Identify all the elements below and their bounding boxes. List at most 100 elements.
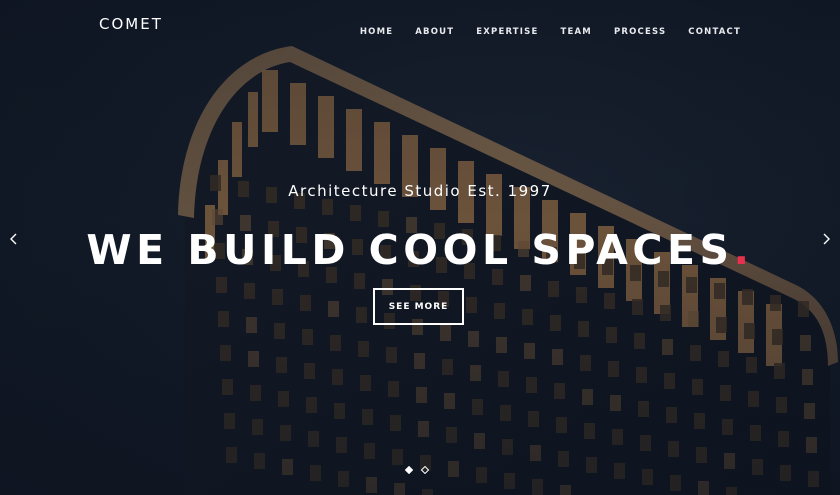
building-window <box>346 109 362 171</box>
building-window <box>328 301 339 317</box>
building-window <box>310 465 321 481</box>
building-window <box>524 343 535 359</box>
menu-item: EXPERTISE <box>476 19 538 38</box>
building-window <box>332 369 343 385</box>
building-window <box>282 459 293 475</box>
building-window <box>612 429 623 445</box>
building-window <box>300 295 311 311</box>
building-window <box>774 363 785 379</box>
building-window <box>528 411 539 427</box>
building-window <box>578 321 589 337</box>
nav-link-team[interactable]: TEAM <box>561 27 592 37</box>
building-window <box>604 293 615 309</box>
building-window <box>378 211 389 227</box>
building-window <box>334 403 345 419</box>
building-window <box>252 419 263 435</box>
building-window <box>642 469 653 485</box>
building-window <box>216 277 227 293</box>
building-window <box>554 383 565 399</box>
building-window <box>232 122 242 177</box>
hero-slider: COMET HOME ABOUT EXPERTISE TEAM PROCESS … <box>0 0 840 495</box>
nav-link-contact[interactable]: CONTACT <box>688 27 741 37</box>
building-window <box>414 353 425 369</box>
building-window <box>580 355 591 371</box>
building-window <box>220 345 231 361</box>
brand-logo[interactable]: COMET <box>99 15 163 33</box>
building-window <box>322 199 333 215</box>
building-window <box>278 391 289 407</box>
nav-link-expertise[interactable]: EXPERTISE <box>476 27 538 37</box>
building-window <box>742 289 753 305</box>
see-more-button[interactable]: SEE MORE <box>373 288 464 325</box>
building-window <box>386 347 397 363</box>
building-window <box>584 423 595 439</box>
building-window <box>336 437 347 453</box>
building-window <box>800 335 811 351</box>
building-window <box>472 399 483 415</box>
building-window <box>442 359 453 375</box>
menu-item: HOME <box>360 19 393 38</box>
building-window <box>718 351 729 367</box>
slider-pagination <box>404 459 430 475</box>
building-window <box>246 317 257 333</box>
building-window <box>662 339 673 355</box>
building-window <box>804 403 815 419</box>
slide-dot-1[interactable] <box>404 459 414 475</box>
menu-item: PROCESS <box>614 19 666 38</box>
hero-subtitle: Architecture Studio Est. 1997 <box>288 182 552 200</box>
building-window <box>778 431 789 447</box>
building-window <box>476 467 487 483</box>
building-window <box>716 317 727 333</box>
nav-link-about[interactable]: ABOUT <box>415 27 454 37</box>
building-window <box>496 337 507 353</box>
building-window <box>360 375 371 391</box>
building-window <box>798 301 809 317</box>
building-window <box>330 335 341 351</box>
building-window <box>664 373 675 389</box>
building-window <box>366 477 377 493</box>
building-window <box>392 449 403 465</box>
building-window <box>280 425 291 441</box>
building-window <box>668 441 679 457</box>
nav-link-process[interactable]: PROCESS <box>614 27 666 37</box>
building-window <box>356 307 367 323</box>
diamond-outline-icon <box>420 465 430 475</box>
nav-link-home[interactable]: HOME <box>360 27 393 37</box>
building-window <box>614 463 625 479</box>
building-window <box>304 363 315 379</box>
building-window <box>222 379 233 395</box>
building-window <box>808 471 819 487</box>
building-window <box>582 389 593 405</box>
building-window <box>752 459 763 475</box>
building-window <box>714 283 725 299</box>
building-window <box>526 377 537 393</box>
building-window <box>780 465 791 481</box>
building-window <box>636 367 647 383</box>
headline-accent-dot: . <box>733 226 754 274</box>
building-window <box>638 401 649 417</box>
building-window <box>224 413 235 429</box>
building-window <box>748 391 759 407</box>
building-window <box>350 205 361 221</box>
building-window <box>448 461 459 477</box>
building-window <box>532 479 543 495</box>
building-window <box>548 281 559 297</box>
building-window <box>556 417 567 433</box>
building-window <box>670 475 681 491</box>
building-window <box>422 489 433 495</box>
building-window <box>504 473 515 489</box>
building-window <box>698 481 709 495</box>
building-window <box>606 327 617 343</box>
building-window <box>776 397 787 413</box>
building-window <box>388 381 399 397</box>
building-window <box>250 385 261 401</box>
building-window <box>306 397 317 413</box>
building-window <box>358 341 369 357</box>
building-window <box>722 419 733 435</box>
menu-item: ABOUT <box>415 19 454 38</box>
slide-dot-2[interactable] <box>420 459 430 475</box>
building-window <box>494 303 505 319</box>
navbar: COMET HOME ABOUT EXPERTISE TEAM PROCESS … <box>0 0 840 48</box>
building-window <box>640 435 651 451</box>
building-window <box>610 395 621 411</box>
